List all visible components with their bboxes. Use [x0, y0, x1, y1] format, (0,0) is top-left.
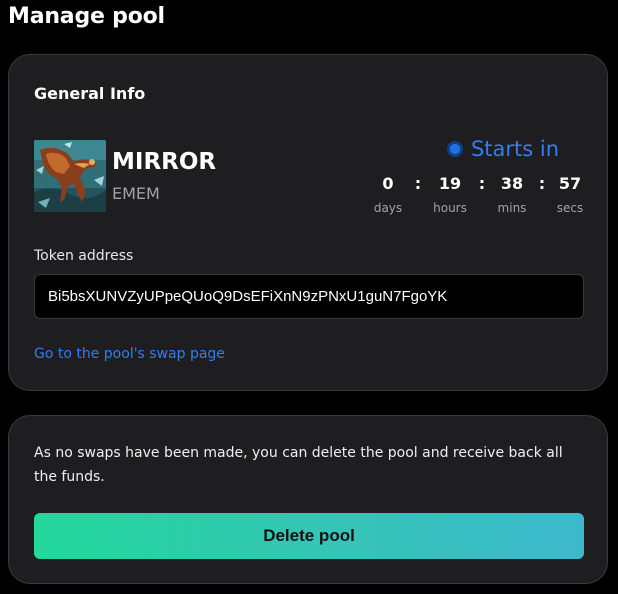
- status-text: Starts in: [470, 137, 559, 161]
- pool-status: Starts in: [446, 137, 559, 161]
- countdown-days: 0 days: [371, 173, 405, 215]
- countdown-mins: 38 mins: [495, 173, 529, 215]
- delete-pool-button[interactable]: Delete pool: [34, 513, 584, 559]
- countdown-secs: 57 secs: [555, 173, 585, 215]
- token-symbol: EMEM: [112, 184, 160, 203]
- countdown-timer: 0 days : 19 hours : 38 mins : 57 secs: [371, 173, 585, 215]
- status-dot-icon: [446, 141, 463, 157]
- countdown-mins-value: 38: [500, 174, 524, 193]
- countdown-separator: :: [538, 174, 546, 193]
- swap-page-link[interactable]: Go to the pool's swap page: [34, 346, 225, 362]
- delete-pool-message: As no swaps have been made, you can dele…: [34, 445, 563, 485]
- token-artwork-image: [34, 140, 106, 212]
- token-name: MIRROR: [112, 149, 217, 175]
- countdown-hours-value: 19: [438, 174, 462, 193]
- countdown-separator: :: [478, 174, 486, 193]
- countdown-secs-label: secs: [556, 201, 584, 215]
- countdown-mins-label: mins: [497, 201, 527, 215]
- countdown-days-label: days: [373, 201, 403, 215]
- delete-pool-card: As no swaps have been made, you can dele…: [8, 415, 608, 584]
- token-address-label: Token address: [34, 248, 134, 264]
- countdown-hours: 19 hours: [431, 173, 469, 215]
- general-info-card: General Info MIRROR EMEM Starts in 0 day…: [8, 54, 608, 391]
- countdown-hours-label: hours: [433, 201, 467, 215]
- page-title: Manage pool: [8, 4, 165, 29]
- token-artwork-svg: [34, 140, 106, 212]
- countdown-days-value: 0: [382, 174, 394, 193]
- countdown-secs-value: 57: [558, 174, 582, 193]
- token-address-field[interactable]: Bi5bsXUNVZyUPpeQUoQ9DsEFiXnN9zPNxU1guN7F…: [34, 274, 584, 319]
- countdown-separator: :: [414, 174, 422, 193]
- section-title: General Info: [34, 84, 146, 103]
